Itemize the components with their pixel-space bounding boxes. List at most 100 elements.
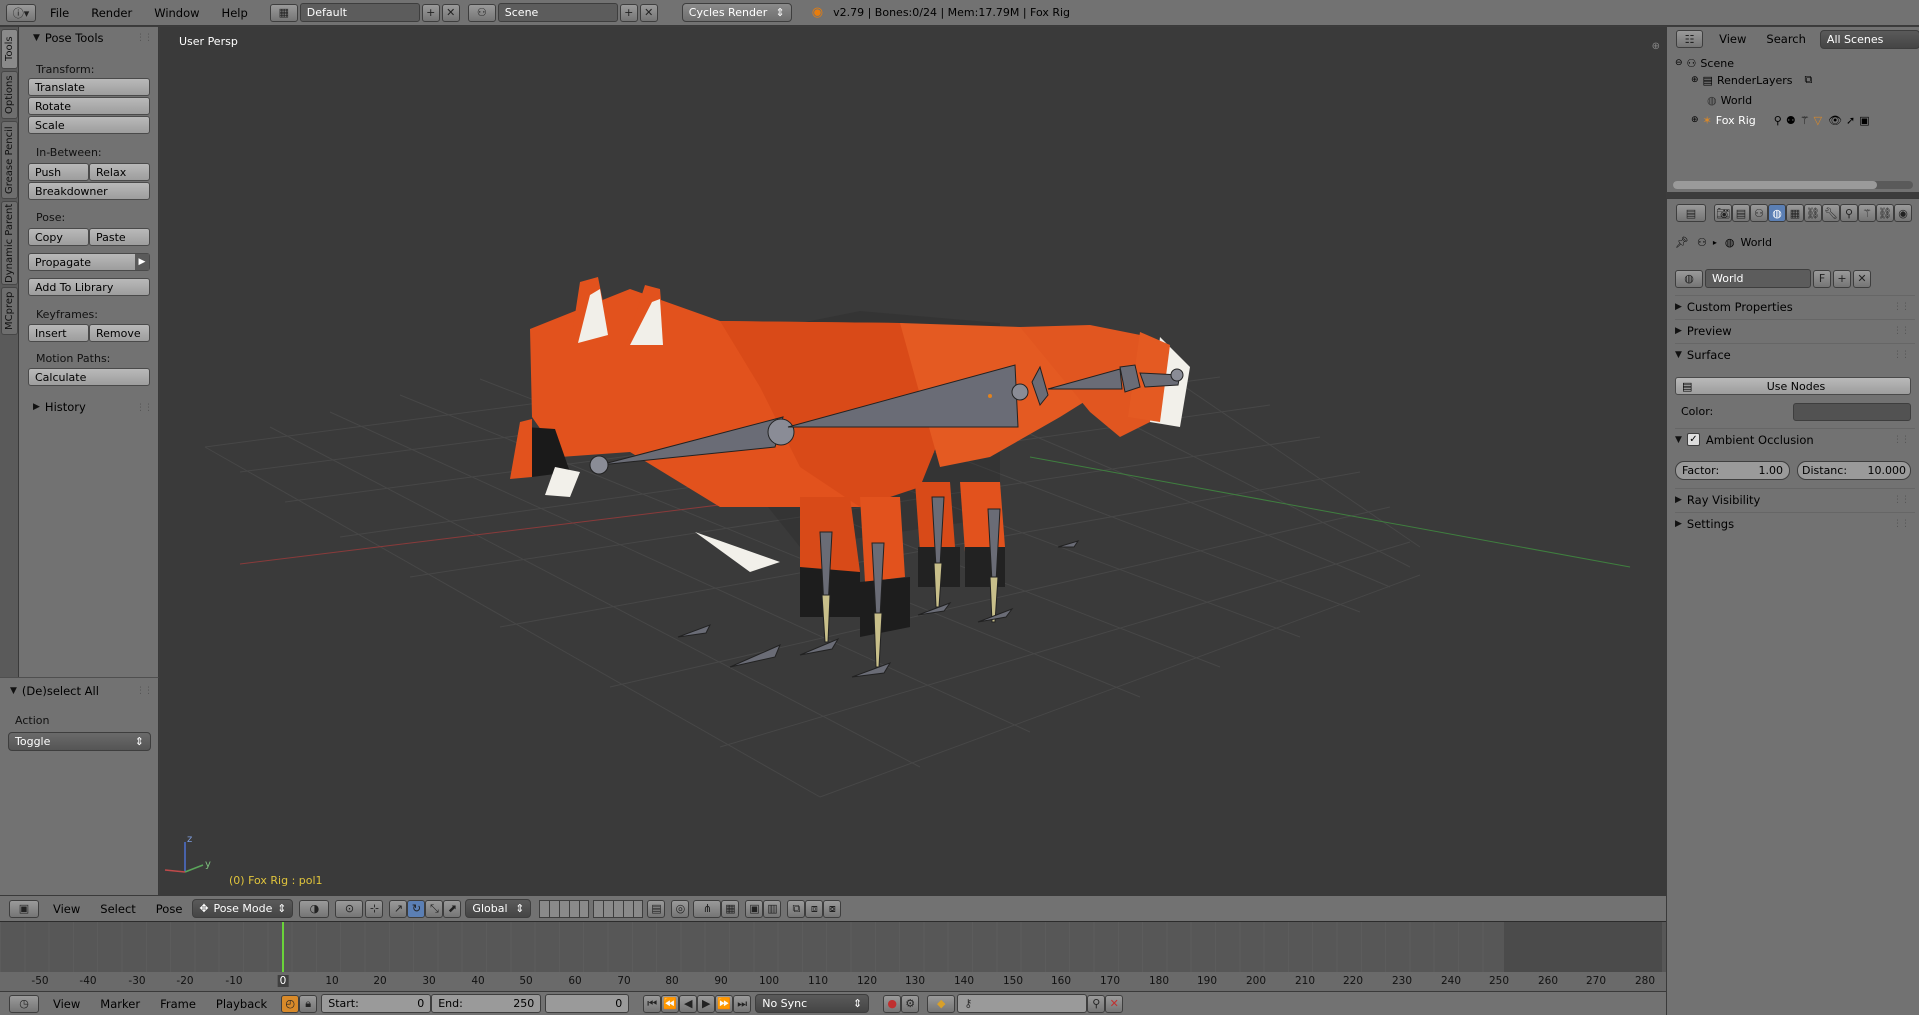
- outliner-menu-search[interactable]: Search: [1766, 32, 1806, 46]
- info-editor-icon[interactable]: ⓘ▾: [6, 3, 36, 22]
- ao-distance-field[interactable]: Distanc: 10.000: [1797, 461, 1911, 480]
- transform-icon[interactable]: ⬈: [443, 899, 462, 918]
- data-tab-icon[interactable]: ⚲: [1840, 204, 1858, 222]
- menu-frame[interactable]: Frame: [160, 997, 196, 1011]
- jump-start-icon[interactable]: ⏮: [643, 994, 662, 1013]
- outliner-item-world[interactable]: ◍ World: [1707, 91, 1752, 109]
- tab-options[interactable]: Options: [1, 71, 18, 119]
- keying-set-field[interactable]: ⚷: [957, 994, 1088, 1013]
- tab-grease-pencil[interactable]: Grease Pencil: [1, 121, 18, 199]
- push-button[interactable]: Push: [28, 163, 89, 181]
- mode-select[interactable]: ✥ Pose Mode ⇕: [192, 899, 294, 918]
- settings-panel[interactable]: ▶ Settings ⋮⋮: [1675, 512, 1915, 534]
- operator-grip-icon[interactable]: ⋮⋮: [136, 686, 153, 696]
- add-layout-icon[interactable]: +: [421, 3, 440, 22]
- outliner-item-renderlayers[interactable]: ⊕ ▤ RenderLayers ⧉: [1691, 71, 1812, 89]
- delete-keyframe-icon[interactable]: ✕: [1105, 994, 1124, 1013]
- breakdowner-button[interactable]: Breakdowner: [28, 182, 150, 200]
- scene-field[interactable]: Scene: [497, 3, 618, 22]
- screen-layout-icon[interactable]: ▦: [269, 3, 298, 22]
- render-icon[interactable]: ▣: [745, 899, 764, 918]
- menu-file[interactable]: File: [50, 6, 69, 20]
- use-nodes-button[interactable]: ▤ Use Nodes: [1675, 377, 1911, 395]
- tab-mcprep[interactable]: MCprep: [1, 287, 18, 335]
- insert-keyframe-icon[interactable]: ⚲: [1087, 994, 1106, 1013]
- manipulator-icon[interactable]: ⊹: [365, 899, 384, 918]
- play-icon[interactable]: ▶: [697, 994, 716, 1013]
- action-select[interactable]: Toggle ⇕: [8, 732, 151, 751]
- proportional-icon[interactable]: ◎: [671, 899, 690, 918]
- select-arrow-icon[interactable]: ➚: [1846, 114, 1855, 127]
- menu-render[interactable]: Render: [91, 6, 132, 20]
- remove-scene-icon[interactable]: ✕: [639, 3, 658, 22]
- custom-properties-panel[interactable]: ▶ Custom Properties ⋮⋮: [1675, 295, 1915, 317]
- propagate-button[interactable]: Propagate ▶: [28, 253, 150, 271]
- panel-grip-icon[interactable]: ⋮⋮: [1893, 350, 1910, 360]
- menu-select[interactable]: Select: [100, 902, 135, 916]
- jump-end-icon[interactable]: ⏭: [733, 994, 752, 1013]
- screen-layout-field[interactable]: Default: [299, 3, 420, 22]
- history-header[interactable]: ▶ History: [33, 397, 86, 417]
- render-tab-icon[interactable]: 📷︎: [1714, 204, 1732, 222]
- layer-buttons-2[interactable]: [593, 899, 644, 918]
- panel-grip-icon[interactable]: ⋮⋮: [1893, 495, 1910, 505]
- mesh-icon[interactable]: ▽: [1814, 114, 1822, 127]
- preview-range-icon[interactable]: ◴: [281, 994, 300, 1013]
- menu-view[interactable]: View: [53, 902, 80, 916]
- snap-icon[interactable]: ⋔: [693, 899, 722, 918]
- menu-pose[interactable]: Pose: [156, 902, 183, 916]
- render-layer-toggle-icon[interactable]: ⧉: [1805, 73, 1813, 87]
- tab-tools[interactable]: Tools: [1, 29, 18, 69]
- ao-factor-field[interactable]: Factor: 1.00: [1675, 461, 1790, 480]
- add-to-library-button[interactable]: Add To Library: [28, 278, 150, 296]
- propagate-arrow-icon[interactable]: ▶: [135, 254, 149, 270]
- render-layers-tab-icon[interactable]: ▤: [1732, 204, 1750, 222]
- bone-tab-icon[interactable]: ⚚: [1858, 204, 1876, 222]
- render-engine-select[interactable]: Cycles Render ⇕: [681, 3, 792, 22]
- panel-grip-icon[interactable]: ⋮⋮: [1893, 302, 1910, 312]
- menu-window[interactable]: Window: [154, 6, 199, 20]
- menu-view[interactable]: View: [53, 997, 80, 1011]
- 3d-viewport[interactable]: User Persp z y (0) Fox Rig: pol1 ⊕: [160, 27, 1666, 895]
- playhead[interactable]: [282, 922, 284, 972]
- collapse-toggle-icon[interactable]: ⊖: [1675, 58, 1683, 68]
- keying-options-icon[interactable]: ⚙: [901, 994, 920, 1013]
- viewport-scene[interactable]: z y: [160, 27, 1666, 895]
- object-tab-icon[interactable]: ▦: [1786, 204, 1804, 222]
- world-color-swatch[interactable]: [1793, 403, 1911, 421]
- constraints-tab-icon[interactable]: ⛓︎: [1804, 204, 1822, 222]
- add-scene-icon[interactable]: +: [619, 3, 638, 22]
- world-tab-icon[interactable]: ◍: [1768, 204, 1786, 222]
- world-name-field[interactable]: World: [1705, 269, 1811, 288]
- copy-pose-icon[interactable]: ⧉: [787, 899, 806, 918]
- material-tab-icon[interactable]: ◉: [1894, 204, 1912, 222]
- pin-icon[interactable]: 📌︎: [1675, 236, 1689, 249]
- render-anim-icon[interactable]: ▥: [763, 899, 782, 918]
- menu-marker[interactable]: Marker: [100, 997, 140, 1011]
- modifiers-tab-icon[interactable]: 🔧︎: [1822, 204, 1840, 222]
- unlink-world-icon[interactable]: ✕: [1853, 269, 1871, 288]
- remove-layout-icon[interactable]: ✕: [441, 3, 460, 22]
- armature-data-icon[interactable]: ⚲: [1774, 114, 1782, 127]
- timeline-editor-icon[interactable]: ◷: [9, 994, 39, 1013]
- ray-visibility-panel[interactable]: ▶ Ray Visibility ⋮⋮: [1675, 488, 1915, 510]
- display-mode-select[interactable]: All Scenes: [1819, 29, 1919, 49]
- deselect-all-header[interactable]: ▼ (De)select All: [10, 681, 99, 701]
- translate-manip-icon[interactable]: ↗: [389, 899, 408, 918]
- history-grip-icon[interactable]: ⋮⋮: [136, 403, 153, 413]
- pivot-icon[interactable]: ⊙: [335, 899, 364, 918]
- outliner-editor-icon[interactable]: ☷: [1676, 30, 1704, 48]
- scrollbar-thumb[interactable]: [1673, 181, 1877, 189]
- outliner-item-scene[interactable]: ⊖ ⚇ Scene: [1675, 54, 1734, 72]
- copy-pose-button[interactable]: Copy: [28, 228, 89, 246]
- lock-range-icon[interactable]: 🔒︎: [299, 994, 318, 1013]
- outliner-menu-view[interactable]: View: [1719, 32, 1746, 46]
- scale-button[interactable]: Scale: [28, 116, 150, 134]
- jump-keyframe-forward-icon[interactable]: ⏩: [715, 994, 734, 1013]
- paste-flipped-icon[interactable]: ⧇: [823, 899, 842, 918]
- preview-panel[interactable]: ▶ Preview ⋮⋮: [1675, 319, 1915, 341]
- corner-hatch-icon[interactable]: ⊕: [1652, 41, 1660, 52]
- rotate-button[interactable]: Rotate: [28, 97, 150, 115]
- bone-constraints-tab-icon[interactable]: ⛓︎: [1876, 204, 1894, 222]
- fake-user-button[interactable]: F: [1813, 269, 1831, 288]
